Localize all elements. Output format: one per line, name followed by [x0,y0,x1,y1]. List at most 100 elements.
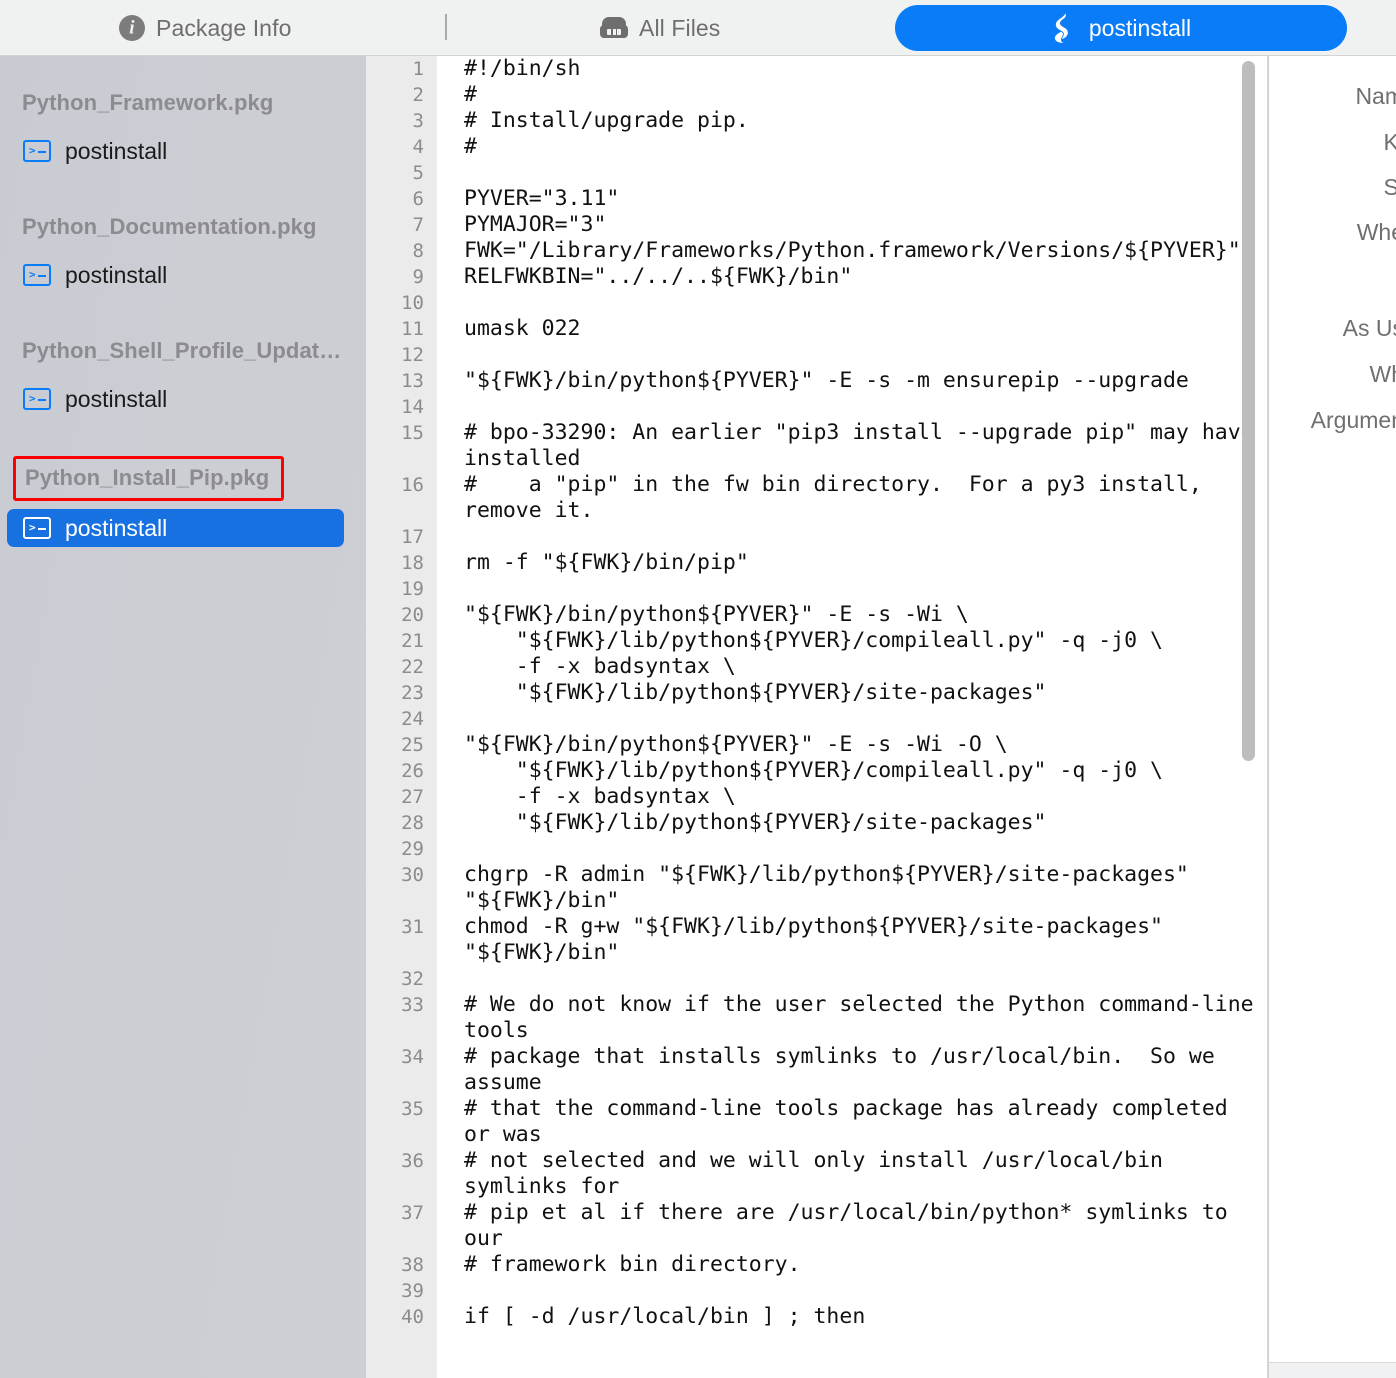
line-source[interactable]: # pip et al if there are /usr/local/bin/… [437,1200,1268,1252]
line-source[interactable]: # [437,82,1268,108]
code-line[interactable]: 35 # that the command-line tools package … [366,1096,1268,1148]
code-line[interactable]: 2 # [366,82,1268,108]
line-source[interactable]: -f -x badsyntax \ [437,654,1268,680]
code-editor[interactable]: 1 #!/bin/sh 2 #3 # Install/upgrade pip. 4 #5 6… [366,56,1268,1378]
code-line[interactable]: 7 PYMAJOR="3" [366,212,1268,238]
sidebar-item-script-selected[interactable]: > postinstall [7,509,344,547]
code-line[interactable]: 21 "${FWK}/lib/python${PYVER}/compileall… [366,628,1268,654]
editor-scrollbar[interactable] [1240,56,1256,1378]
code-line[interactable]: 16 # a "pip" in the fw bin directory. For… [366,472,1268,524]
line-source[interactable]: chgrp -R admin "${FWK}/lib/python${PYVER… [437,862,1268,914]
line-source[interactable]: # package that installs symlinks to /usr… [437,1044,1268,1096]
sidebar-item-script[interactable]: > postinstall [7,380,344,418]
line-source[interactable] [437,524,1268,550]
code-content[interactable]: 1 #!/bin/sh 2 #3 # Install/upgrade pip. 4 #5 6… [366,56,1268,1378]
line-source[interactable]: PYMAJOR="3" [437,212,1268,238]
code-line[interactable]: 23 "${FWK}/lib/python${PYVER}/site-packa… [366,680,1268,706]
line-source[interactable]: #!/bin/sh [437,56,1268,82]
line-source[interactable]: "${FWK}/bin/python${PYVER}" -E -s -Wi \ [437,602,1268,628]
code-line[interactable]: 10 [366,290,1268,316]
toolbar: i Package Info All Files postinstall [0,0,1396,56]
line-source[interactable]: # Install/upgrade pip. [437,108,1268,134]
line-source[interactable]: "${FWK}/lib/python${PYVER}/site-packages… [437,680,1268,706]
line-number: 23 [401,682,424,704]
code-line[interactable]: 6 PYVER="3.11" [366,186,1268,212]
line-source[interactable]: # [437,134,1268,160]
code-line[interactable]: 39 [366,1278,1268,1304]
line-source[interactable]: FWK="/Library/Frameworks/Python.framewor… [437,238,1268,264]
code-line[interactable]: 24 [366,706,1268,732]
line-source[interactable] [437,394,1268,420]
code-line[interactable]: 14 [366,394,1268,420]
line-number: 2 [412,84,424,106]
code-line[interactable]: 13 "${FWK}/bin/python${PYVER}" -E -s -m e… [366,368,1268,394]
code-line[interactable]: 4 # [366,134,1268,160]
line-source[interactable]: "${FWK}/lib/python${PYVER}/compileall.py… [437,628,1268,654]
line-source[interactable]: "${FWK}/lib/python${PYVER}/compileall.py… [437,758,1268,784]
editor-scrollbar-thumb[interactable] [1242,61,1255,761]
code-line[interactable]: 32 [366,966,1268,992]
line-source[interactable]: # We do not know if the user selected th… [437,992,1268,1044]
code-line[interactable]: 1 #!/bin/sh [366,56,1268,82]
line-source[interactable]: "${FWK}/lib/python${PYVER}/site-packages… [437,810,1268,836]
line-source[interactable] [437,966,1268,992]
code-line[interactable]: 8 FWK="/Library/Frameworks/Python.framewo… [366,238,1268,264]
code-line[interactable]: 27 -f -x badsyntax \ [366,784,1268,810]
line-source[interactable] [437,836,1268,862]
code-line[interactable]: 20 "${FWK}/bin/python${PYVER}" -E -s -Wi … [366,602,1268,628]
code-line[interactable]: 36 # not selected and we will only instal… [366,1148,1268,1200]
code-line[interactable]: 40 if [ -d /usr/local/bin ] ; then [366,1304,1268,1330]
line-source[interactable] [437,160,1268,186]
tab-all-files[interactable]: All Files [600,10,720,46]
line-source[interactable]: -f -x badsyntax \ [437,784,1268,810]
code-line[interactable]: 22 -f -x badsyntax \ [366,654,1268,680]
code-line[interactable]: 29 [366,836,1268,862]
line-source[interactable]: RELFWKBIN="../../..${FWK}/bin" [437,264,1268,290]
line-source[interactable]: if [ -d /usr/local/bin ] ; then [437,1304,1268,1330]
code-line[interactable]: 31 chmod -R g+w "${FWK}/lib/python${PYVER… [366,914,1268,966]
code-line[interactable]: 12 [366,342,1268,368]
line-source[interactable] [437,576,1268,602]
sidebar[interactable]: Python_Framework.pkg > postinstall Pytho… [0,56,366,1378]
code-line[interactable]: 37 # pip et al if there are /usr/local/bi… [366,1200,1268,1252]
line-number: 39 [401,1280,424,1302]
line-source[interactable]: # a "pip" in the fw bin directory. For a… [437,472,1268,524]
selected-script-button[interactable]: postinstall [895,5,1347,51]
code-line[interactable]: 15 # bpo-33290: An earlier "pip3 install … [366,420,1268,472]
code-line[interactable]: 5 [366,160,1268,186]
inspector-panel[interactable]: Nam Ki Si Whe As Us Wh Argumen [1268,56,1396,1378]
line-source[interactable]: umask 022 [437,316,1268,342]
line-source[interactable]: # framework bin directory. [437,1252,1268,1278]
sidebar-item-script[interactable]: > postinstall [7,132,344,170]
line-source[interactable]: rm -f "${FWK}/bin/pip" [437,550,1268,576]
code-line[interactable]: 33 # We do not know if the user selected … [366,992,1268,1044]
sidebar-item-label: postinstall [65,261,168,288]
line-source[interactable] [437,706,1268,732]
line-source[interactable] [437,290,1268,316]
line-source[interactable]: "${FWK}/bin/python${PYVER}" -E -s -Wi -O… [437,732,1268,758]
code-line[interactable]: 3 # Install/upgrade pip. [366,108,1268,134]
code-line[interactable]: 17 [366,524,1268,550]
code-line[interactable]: 38 # framework bin directory. [366,1252,1268,1278]
code-line[interactable]: 34 # package that installs symlinks to /u… [366,1044,1268,1096]
code-line[interactable]: 25 "${FWK}/bin/python${PYVER}" -E -s -Wi … [366,732,1268,758]
line-source[interactable]: PYVER="3.11" [437,186,1268,212]
line-source[interactable] [437,1278,1268,1304]
line-source[interactable]: # not selected and we will only install … [437,1148,1268,1200]
code-line[interactable]: 9 RELFWKBIN="../../..${FWK}/bin" [366,264,1268,290]
line-source[interactable]: "${FWK}/bin/python${PYVER}" -E -s -m ens… [437,368,1268,394]
line-source[interactable]: # that the command-line tools package ha… [437,1096,1268,1148]
line-source[interactable]: # bpo-33290: An earlier "pip3 install --… [437,420,1268,472]
code-line[interactable]: 18 rm -f "${FWK}/bin/pip" [366,550,1268,576]
code-line[interactable]: 19 [366,576,1268,602]
sidebar-item-script[interactable]: > postinstall [7,256,344,294]
line-source[interactable]: chmod -R g+w "${FWK}/lib/python${PYVER}/… [437,914,1268,966]
code-line[interactable]: 30 chgrp -R admin "${FWK}/lib/python${PYV… [366,862,1268,914]
code-line[interactable]: 11 umask 022 [366,316,1268,342]
code-line[interactable]: 26 "${FWK}/lib/python${PYVER}/compileall… [366,758,1268,784]
line-source[interactable] [437,342,1268,368]
line-number: 25 [401,734,424,756]
hard-drive-icon [600,17,628,39]
tab-package-info[interactable]: i Package Info [119,10,291,46]
code-line[interactable]: 28 "${FWK}/lib/python${PYVER}/site-packa… [366,810,1268,836]
